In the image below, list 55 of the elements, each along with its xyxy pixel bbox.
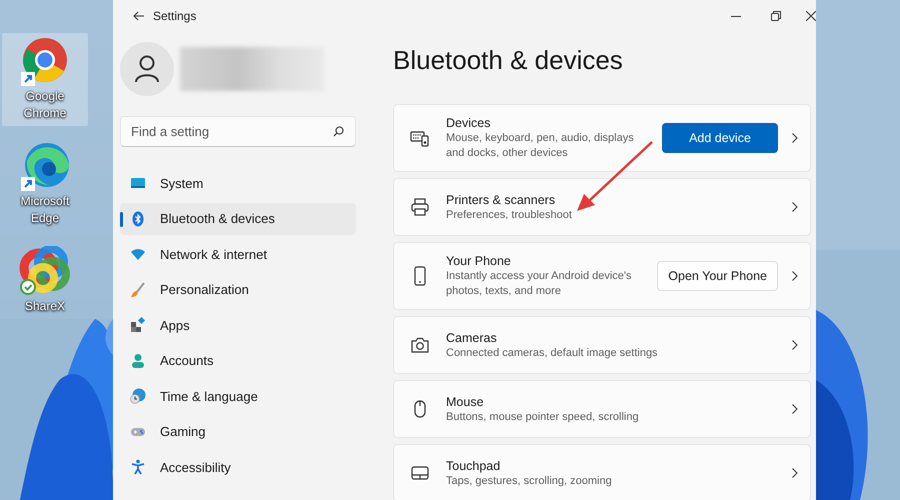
card-description: Preferences, troubleshoot [446, 208, 573, 222]
back-arrow-icon [133, 11, 145, 21]
card-description: Mouse, keyboard, pen, audio, displays and docks, other devices [446, 131, 635, 161]
bluetooth-icon [130, 210, 146, 226]
card-title: Cameras [446, 330, 498, 346]
nav-item[interactable]: Apps [120, 309, 356, 341]
card-description: Buttons, mouse pointer speed, scrolling [446, 410, 640, 424]
nav-item[interactable]: Time & language [120, 380, 356, 412]
search-icon [333, 126, 344, 137]
nav-item[interactable]: Accessibility [120, 451, 356, 483]
card-title: Devices [446, 115, 492, 131]
person-icon [134, 55, 160, 83]
chevron-icon [792, 202, 798, 212]
card-title: Touchpad [446, 458, 502, 474]
chevron-icon [792, 468, 798, 478]
chevron-icon [792, 271, 798, 281]
settings-card[interactable]: Printers & scanners Preferences, troubleshoot [393, 178, 811, 236]
card-description: Connected cameras, default image settings [446, 346, 659, 360]
printer-icon [410, 197, 430, 217]
brush-icon [130, 282, 146, 298]
chevron-icon [792, 133, 798, 143]
settings-card[interactable]: Cameras Connected cameras, default image settings [393, 316, 811, 374]
apps-icon [130, 317, 146, 333]
chevron-icon [792, 404, 798, 414]
restore-icon [771, 11, 781, 21]
card-title: Mouse [446, 394, 485, 410]
card-title: Printers & scanners [446, 192, 556, 208]
wifi-icon [130, 246, 146, 262]
settings-card[interactable]: Mouse Buttons, mouse pointer speed, scrolling [393, 380, 811, 438]
action-button[interactable]: Add device [662, 123, 778, 153]
nav-item[interactable]: Network & internet [120, 238, 356, 270]
close-icon [806, 11, 816, 21]
page-heading: Bluetooth & devices [393, 44, 624, 77]
search-field[interactable]: Find a setting [120, 116, 356, 147]
card-title: Your Phone [446, 253, 512, 269]
action-button[interactable]: Open Your Phone [657, 261, 778, 291]
nav-item[interactable]: Gaming [120, 416, 356, 448]
camera-icon [410, 335, 430, 355]
nav-item[interactable]: System [120, 167, 356, 199]
person-icon [130, 352, 146, 368]
browser-icon [19, 141, 71, 193]
nav-item[interactable]: Personalization [120, 274, 356, 306]
window-title: Settings [153, 9, 196, 23]
globe-clock-icon [130, 388, 146, 404]
ring-icon [19, 246, 71, 298]
monitor-icon [130, 175, 146, 191]
card-description: Taps, gestures, scrolling, zooming [446, 474, 613, 488]
nav-item[interactable]: Bluetooth & devices [120, 202, 356, 234]
accessibility-icon [130, 459, 146, 475]
nav-item[interactable]: Accounts [120, 344, 356, 376]
settings-card[interactable]: Devices Mouse, keyboard, pen, audio, displays and docks, other devices Add device [393, 104, 811, 172]
settings-card[interactable]: Your Phone Instantly access your Android device's photos, texts, and more Open Your Phone [393, 242, 811, 310]
card-description: Instantly access your Android device's photos, texts, and more [446, 269, 633, 299]
settings-card[interactable]: Touchpad Taps, gestures, scrolling, zooming [393, 444, 811, 500]
chevron-icon [792, 340, 798, 350]
